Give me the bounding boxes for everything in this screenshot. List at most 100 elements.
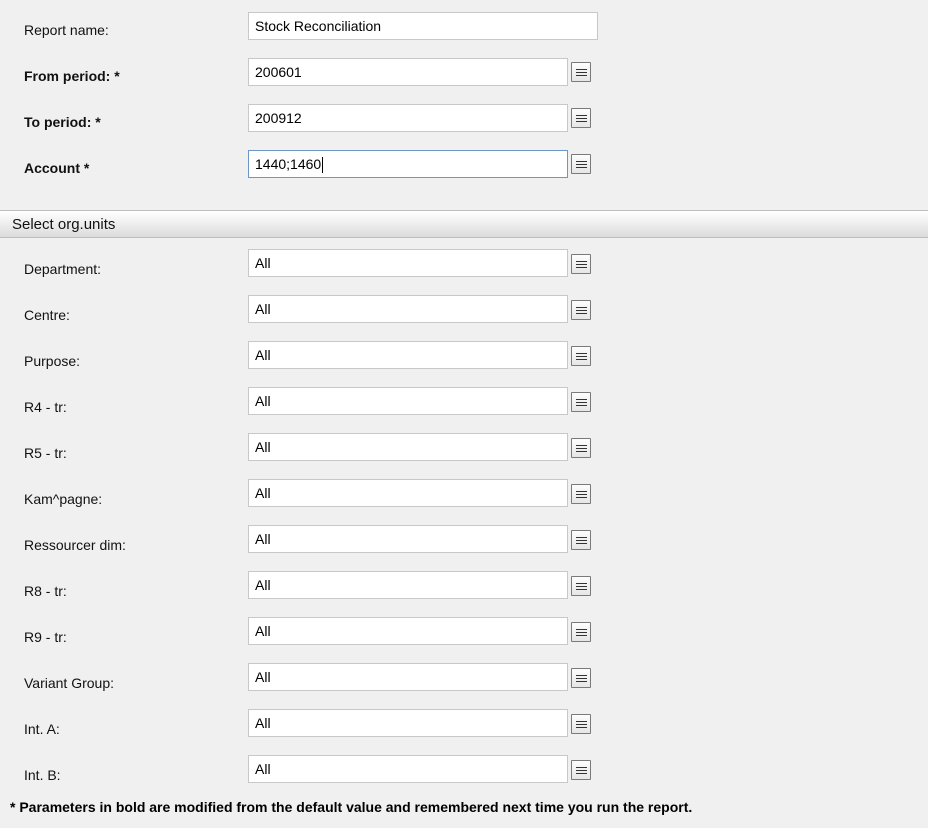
list-icon-line [575, 628, 587, 630]
org-unit-value: All [255, 669, 271, 685]
int-a-lookup-button[interactable] [571, 714, 591, 734]
org-unit-value: All [255, 715, 271, 731]
param-value: 200912 [255, 110, 302, 126]
int-b-input[interactable]: All [248, 755, 568, 783]
account-input[interactable]: 1440;1460 [248, 150, 568, 178]
list-icon-line [575, 355, 587, 357]
param-value: 200601 [255, 64, 302, 80]
list-icon-line [575, 450, 587, 452]
list-icon-line [575, 444, 587, 446]
list-icon-line [575, 772, 587, 774]
centre-lookup-button[interactable] [571, 300, 591, 320]
list-icon-line [575, 720, 587, 722]
int-a-input[interactable]: All [248, 709, 568, 737]
int-b-lookup-button[interactable] [571, 760, 591, 780]
from-period-lookup-button[interactable] [571, 62, 591, 82]
from-period-input[interactable]: 200601 [248, 58, 568, 86]
list-icon-line [575, 352, 587, 354]
list-icon-line [575, 634, 587, 636]
list-icon-line [575, 585, 587, 587]
list-icon-line [575, 769, 587, 771]
org-unit-label: Ressourcer dim: [24, 537, 126, 553]
footnote: * Parameters in bold are modified from t… [10, 799, 693, 815]
org-unit-row: Department: All [0, 249, 928, 281]
org-unit-label: Kam^pagne: [24, 491, 103, 507]
ressourcer-dim-input[interactable]: All [248, 525, 568, 553]
list-icon-line [575, 447, 587, 449]
ressourcer-dim-lookup-button[interactable] [571, 530, 591, 550]
org-unit-value: All [255, 439, 271, 455]
list-icon-line [575, 163, 587, 165]
org-unit-label: Variant Group: [24, 675, 115, 691]
r9-tr-lookup-button[interactable] [571, 622, 591, 642]
list-icon-line [575, 309, 587, 311]
to-period-input[interactable]: 200912 [248, 104, 568, 132]
r8-tr-lookup-button[interactable] [571, 576, 591, 596]
variant-group-lookup-button[interactable] [571, 668, 591, 688]
r4-tr-lookup-button[interactable] [571, 392, 591, 412]
list-icon-line [575, 490, 587, 492]
param-label: Account * [24, 160, 90, 176]
org-unit-row: Ressourcer dim: All [0, 525, 928, 557]
list-icon-line [575, 539, 587, 541]
org-unit-label: Purpose: [24, 353, 81, 369]
list-icon-line [575, 160, 587, 162]
purpose-input[interactable]: All [248, 341, 568, 369]
org-unit-row: Variant Group: All [0, 663, 928, 695]
list-icon-line [575, 496, 587, 498]
list-icon-line [575, 680, 587, 682]
r8-tr-input[interactable]: All [248, 571, 568, 599]
org-unit-label: Int. A: [24, 721, 60, 737]
list-icon-line [575, 166, 587, 168]
org-unit-row: Kam^pagne: All [0, 479, 928, 511]
list-icon-line [575, 588, 587, 590]
list-icon-line [575, 358, 587, 360]
list-icon-line [575, 74, 587, 76]
org-units-section-header: Select org.units [0, 210, 928, 238]
kam-pagne-lookup-button[interactable] [571, 484, 591, 504]
list-icon-line [575, 266, 587, 268]
org-unit-row: Int. A: All [0, 709, 928, 741]
list-icon-line [575, 398, 587, 400]
kam-pagne-input[interactable]: All [248, 479, 568, 507]
org-unit-row: R4 - tr: All [0, 387, 928, 419]
org-unit-row: R9 - tr: All [0, 617, 928, 649]
list-icon-line [575, 306, 587, 308]
r9-tr-input[interactable]: All [248, 617, 568, 645]
department-input[interactable]: All [248, 249, 568, 277]
org-unit-value: All [255, 347, 271, 363]
org-unit-row: Int. B: All [0, 755, 928, 787]
org-unit-label: Centre: [24, 307, 70, 323]
list-icon-line [575, 260, 587, 262]
list-icon-line [575, 536, 587, 538]
purpose-lookup-button[interactable] [571, 346, 591, 366]
org-unit-label: Int. B: [24, 767, 61, 783]
list-icon-line [575, 312, 587, 314]
variant-group-input[interactable]: All [248, 663, 568, 691]
report-name-input[interactable]: Stock Reconciliation [248, 12, 598, 40]
account-lookup-button[interactable] [571, 154, 591, 174]
list-icon-line [575, 404, 587, 406]
r4-tr-input[interactable]: All [248, 387, 568, 415]
param-row: Report name: Stock Reconciliation [0, 12, 928, 44]
org-unit-value: All [255, 531, 271, 547]
list-icon-line [575, 120, 587, 122]
param-row: To period: * 200912 [0, 104, 928, 136]
centre-input[interactable]: All [248, 295, 568, 323]
org-unit-label: R8 - tr: [24, 583, 67, 599]
r5-tr-lookup-button[interactable] [571, 438, 591, 458]
param-label: Report name: [24, 22, 109, 38]
list-icon-line [575, 766, 587, 768]
department-lookup-button[interactable] [571, 254, 591, 274]
org-unit-value: All [255, 393, 271, 409]
r5-tr-input[interactable]: All [248, 433, 568, 461]
list-icon-line [575, 114, 587, 116]
param-label: From period: * [24, 68, 120, 84]
list-icon-line [575, 582, 587, 584]
param-value: Stock Reconciliation [255, 18, 382, 34]
to-period-lookup-button[interactable] [571, 108, 591, 128]
list-icon-line [575, 723, 587, 725]
org-unit-row: R5 - tr: All [0, 433, 928, 465]
org-unit-row: Purpose: All [0, 341, 928, 373]
param-value: 1440;1460 [255, 156, 322, 172]
